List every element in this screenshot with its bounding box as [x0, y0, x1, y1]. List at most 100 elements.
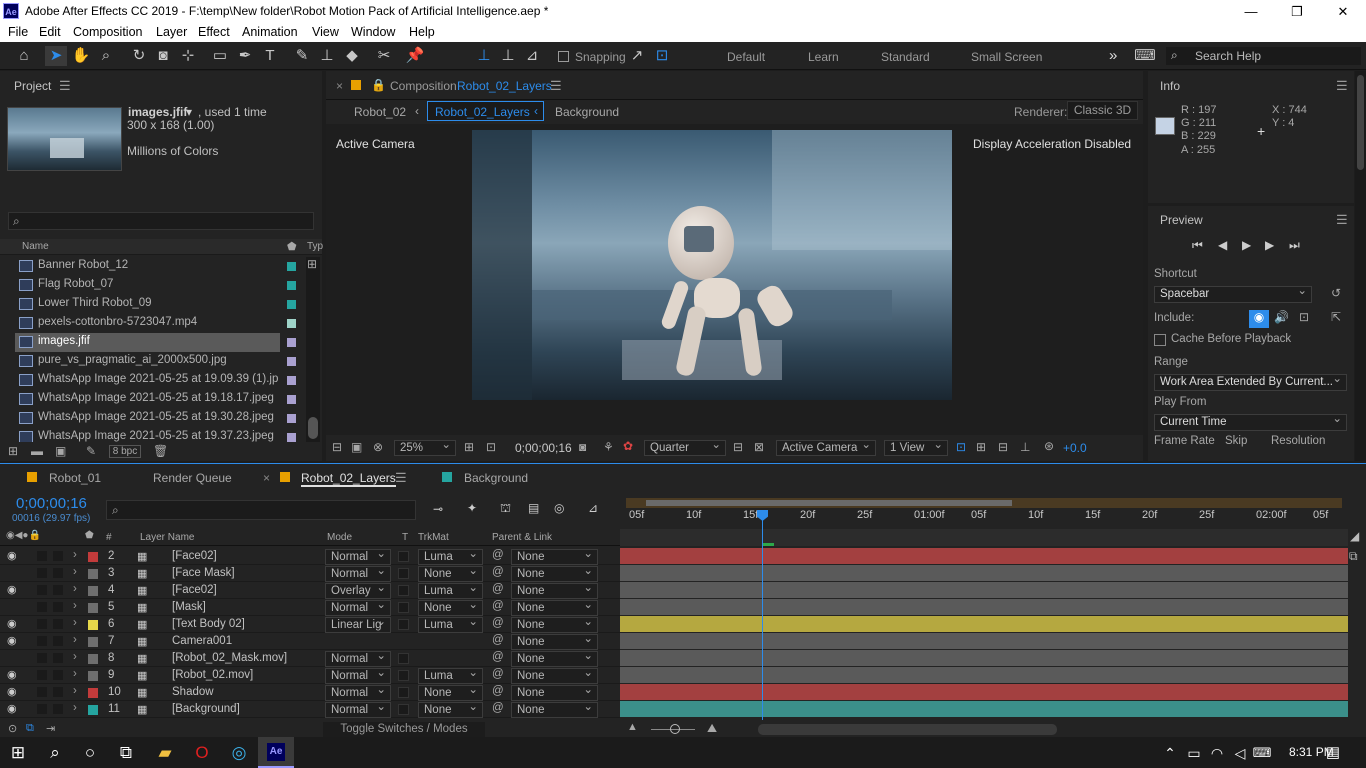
crumb-current[interactable]: Robot_02_Layers ‹ — [427, 101, 544, 121]
previous-frame-icon[interactable]: ◀ — [1218, 238, 1227, 252]
notifications-icon[interactable]: ▤ — [1321, 741, 1345, 765]
chevron-right-icon[interactable]: › — [73, 651, 77, 663]
solo-toggle[interactable] — [37, 585, 47, 595]
label-color-swatch[interactable] — [287, 281, 296, 290]
trkmat-dropdown[interactable]: None — [418, 700, 483, 718]
opera-icon[interactable]: O — [190, 741, 214, 765]
lock-toggle[interactable] — [53, 670, 63, 680]
thumbnail-icon[interactable]: ▣ — [351, 440, 362, 454]
chevron-up-icon[interactable]: ⌃ — [1158, 741, 1182, 765]
menu-file[interactable]: File — [8, 25, 28, 39]
layer-duration-bar[interactable] — [620, 684, 1348, 700]
trkmat-dropdown[interactable]: Luma — [418, 666, 483, 684]
layer-row[interactable]: › 5 ▦ [Mask]Normal None @ None — [0, 598, 620, 616]
windows-start-icon[interactable]: ⊞ — [6, 741, 30, 765]
layer-label-swatch[interactable] — [88, 569, 98, 579]
layer-label-swatch[interactable] — [88, 688, 98, 698]
pick-whip-icon[interactable]: @ — [492, 634, 504, 646]
label-color-swatch[interactable] — [287, 319, 296, 328]
layer-label-swatch[interactable] — [88, 620, 98, 630]
panel-menu-icon[interactable]: ☰ — [1336, 212, 1348, 228]
pick-whip-icon[interactable]: @ — [492, 617, 504, 629]
timeline-horizontal-scrollbar[interactable] — [758, 724, 1057, 735]
workspace-learn[interactable]: Learn — [808, 50, 839, 64]
wifi-icon[interactable]: ◠ — [1205, 741, 1229, 765]
crumb-background[interactable]: Background — [555, 105, 619, 119]
layer-row[interactable]: ◉ › 11 ▦ [Background]Normal None @ None — [0, 700, 620, 718]
shortcut-dropdown[interactable]: Spacebar — [1154, 284, 1312, 303]
search-help-input[interactable]: Search Help — [1195, 49, 1261, 63]
layer-duration-bar[interactable] — [620, 616, 1348, 632]
layer-row[interactable]: › 8 ▦ [Robot_02_Mask.mov]Normal @ None — [0, 649, 620, 667]
menu-view[interactable]: View — [312, 25, 339, 39]
selection-tool-icon[interactable]: ➤ — [45, 46, 67, 66]
layer-name[interactable]: Shadow — [172, 686, 322, 698]
hand-tool-icon[interactable]: ✋ — [70, 46, 92, 66]
zoom-in-icon[interactable]: ⛰ — [707, 721, 717, 736]
camera-tool-icon[interactable]: ◙ — [152, 46, 174, 66]
pen-tool-icon[interactable]: ✒ — [234, 46, 256, 66]
edge-icon[interactable]: ◎ — [227, 741, 251, 765]
sync-settings-icon[interactable]: ⌨ — [1134, 46, 1156, 66]
label-color-swatch[interactable] — [287, 300, 296, 309]
parent-dropdown[interactable]: None — [511, 649, 598, 667]
layer-label-swatch[interactable] — [88, 603, 98, 613]
chevron-right-icon[interactable]: › — [73, 549, 77, 561]
layer-duration-bar[interactable] — [620, 599, 1348, 615]
layer-row[interactable]: ◉ › 9 ▦ [Robot_02.mov]Normal Luma @ None — [0, 666, 620, 684]
layer-label-swatch[interactable] — [88, 654, 98, 664]
layer-row[interactable]: ◉ › 4 ▦ [Face02]Overlay Luma @ None — [0, 581, 620, 599]
chevron-right-icon[interactable]: › — [73, 617, 77, 629]
view-layout-dropdown[interactable]: 1 View — [884, 438, 948, 456]
project-item[interactable]: Banner Robot_12 — [15, 257, 280, 276]
project-scrollbar[interactable] — [306, 257, 320, 442]
chevron-right-icon[interactable]: › — [73, 634, 77, 646]
workspace-small-screen[interactable]: Small Screen — [971, 50, 1042, 64]
flowchart-icon[interactable]: ⊥ — [1020, 440, 1030, 454]
workspace-standard[interactable]: Standard — [881, 50, 930, 64]
work-area-range[interactable] — [646, 500, 1012, 506]
project-item[interactable]: WhatsApp Image 2021-05-25 at 19.09.39 (1… — [15, 371, 280, 390]
layer-duration-bar[interactable] — [620, 667, 1348, 683]
workspace-more-button[interactable]: » — [1109, 47, 1117, 64]
layer-label-swatch[interactable] — [88, 705, 98, 715]
pan-behind-tool-icon[interactable]: ⊹ — [177, 46, 199, 66]
blend-mode-dropdown[interactable]: Normal — [325, 685, 391, 701]
tab-robot-01[interactable]: Robot_01 — [49, 471, 101, 485]
lock-toggle[interactable] — [53, 551, 63, 561]
menu-composition[interactable]: Composition — [73, 25, 142, 39]
menu-help[interactable]: Help — [409, 25, 435, 39]
layer-duration-bar[interactable] — [620, 650, 1348, 666]
camera-dropdown[interactable]: Active Camera — [776, 438, 876, 456]
project-settings-icon[interactable]: ✎ — [86, 444, 96, 458]
workspace-default[interactable]: Default — [727, 50, 765, 64]
task-view-icon[interactable]: ⧉ — [114, 741, 138, 765]
label-column-icon[interactable]: ⬟ — [287, 240, 297, 253]
project-item[interactable]: pure_vs_pragmatic_ai_2000x500.jpg — [15, 352, 280, 371]
preview-panel-title[interactable]: Preview — [1160, 213, 1203, 227]
last-frame-icon[interactable]: ⏭ — [1289, 238, 1300, 253]
scroll-thumb[interactable] — [308, 417, 318, 439]
axis-local-icon[interactable]: ⊥ — [473, 46, 495, 66]
interpret-footage-icon[interactable]: ⊞ — [8, 444, 18, 458]
project-item[interactable]: WhatsApp Image 2021-05-25 at 19.30.28.jp… — [15, 409, 280, 428]
menu-layer[interactable]: Layer — [156, 25, 187, 39]
trkmat-dropdown[interactable]: None — [418, 564, 483, 582]
language-icon[interactable]: ⌨ — [1250, 741, 1274, 765]
zoom-slider-thumb[interactable] — [670, 724, 680, 734]
blend-mode-dropdown[interactable]: Linear Lig — [325, 617, 391, 633]
solo-toggle[interactable] — [37, 670, 47, 680]
layer-row[interactable]: ◉ › 2 ▦ [Face02]Normal Luma @ None — [0, 547, 620, 565]
comp-button-icon[interactable]: ⧉ — [1349, 549, 1358, 564]
range-dropdown[interactable]: Work Area Extended By Current... — [1154, 374, 1347, 391]
preserve-transparency-toggle[interactable] — [398, 551, 409, 562]
bpc-button[interactable]: 8 bpc — [109, 445, 141, 458]
blend-mode-dropdown[interactable]: Normal — [325, 549, 391, 565]
trkmat-dropdown[interactable]: Luma — [418, 547, 483, 565]
layer-name[interactable]: Camera001 — [172, 635, 322, 647]
cache-checkbox[interactable] — [1154, 334, 1166, 346]
eye-icon[interactable]: ◉ — [7, 549, 17, 562]
layer-name[interactable]: [Text Body 02] — [172, 618, 322, 630]
chevron-right-icon[interactable]: › — [73, 702, 77, 714]
solo-toggle[interactable] — [37, 551, 47, 561]
